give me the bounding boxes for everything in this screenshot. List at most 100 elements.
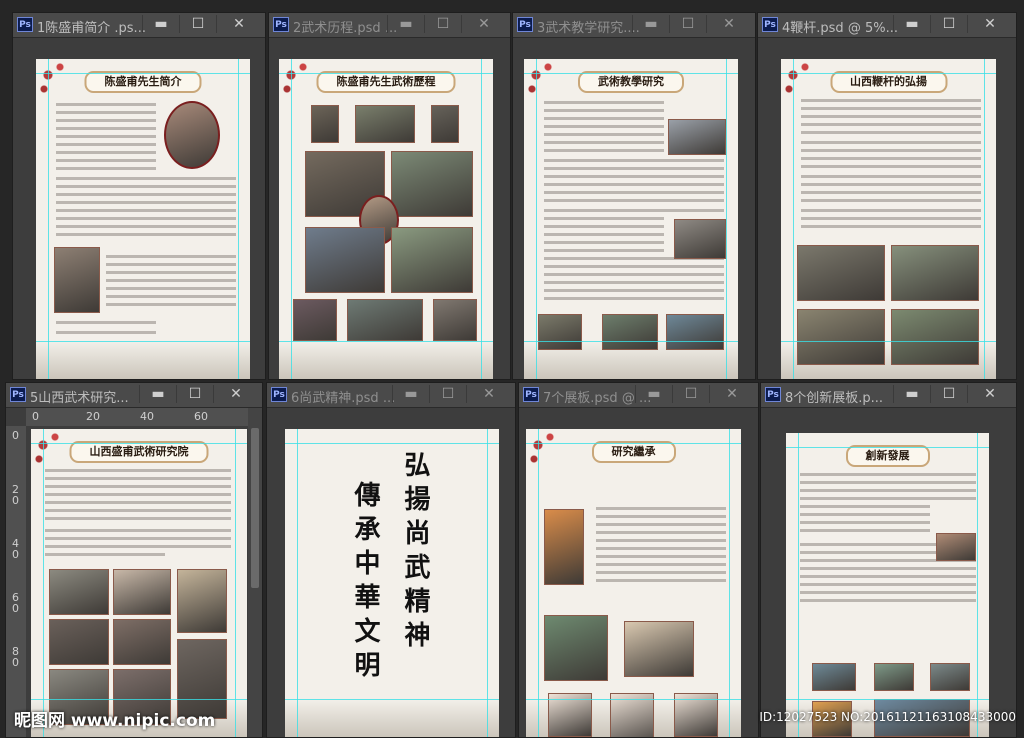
text-line xyxy=(56,193,236,196)
document-window-6[interactable]: Ps 6尚武精神.psd ... ▬ ☐ ✕ 弘揚尚武精神 傳承中華文明 xyxy=(266,382,516,738)
close-button[interactable]: ✕ xyxy=(967,15,1012,33)
window-title-bar[interactable]: Ps 6尚武精神.psd ... ▬ ☐ ✕ xyxy=(267,383,515,408)
photo xyxy=(538,314,582,350)
minimize-button[interactable]: ▬ xyxy=(635,385,672,403)
plum-blossom-decoration xyxy=(36,59,76,99)
minimize-button[interactable]: ▬ xyxy=(893,15,930,33)
text-line xyxy=(544,149,664,152)
window-title-bar[interactable]: Ps 7个展板.psd @ ... ▬ ☐ ✕ xyxy=(519,383,758,408)
window-title-bar[interactable]: Ps 4鞭杆.psd @ 5%... ▬ ☐ ✕ xyxy=(758,13,1016,38)
guide-line xyxy=(285,699,499,700)
document-canvas[interactable]: 陈盛甫先生简介 xyxy=(36,59,250,379)
text-line xyxy=(544,175,724,178)
restore-button[interactable]: ☐ xyxy=(424,15,461,33)
close-button[interactable]: ✕ xyxy=(466,385,511,403)
document-window-1[interactable]: Ps 1陈盛甫简介 .ps... ▬ ☐ ✕ 陈盛甫先生简介 xyxy=(12,12,266,380)
plum-blossom-decoration xyxy=(279,59,319,99)
text-line xyxy=(801,115,981,118)
document-canvas[interactable]: 陈盛甫先生武術歷程 xyxy=(279,59,493,379)
photo xyxy=(544,615,608,681)
restore-button[interactable]: ☐ xyxy=(429,385,466,403)
text-line xyxy=(45,545,231,548)
document-window-8[interactable]: Ps 8个创新展板.p... ▬ ☐ ✕ 創新發展 xyxy=(760,382,1017,738)
vertical-scrollbar[interactable] xyxy=(248,408,262,737)
photo xyxy=(177,569,227,633)
guide-line xyxy=(238,59,239,379)
document-canvas[interactable]: 研究繼承 xyxy=(526,429,741,737)
document-canvas[interactable]: 山西鞭杆的弘揚 xyxy=(781,59,996,379)
window-title[interactable]: 2武术历程.psd ... xyxy=(293,17,397,36)
restore-button[interactable]: ☐ xyxy=(176,385,213,403)
window-title[interactable]: 3武术教学研究.... xyxy=(537,17,640,36)
minimize-button[interactable]: ▬ xyxy=(387,15,424,33)
photo xyxy=(311,105,339,143)
restore-button[interactable]: ☐ xyxy=(672,385,709,403)
document-canvas[interactable]: 山西盛甫武術研究院 xyxy=(31,429,247,737)
text-line xyxy=(544,109,664,112)
text-line xyxy=(596,563,726,566)
close-button[interactable]: ✕ xyxy=(213,385,258,403)
window-title-bar[interactable]: Ps 1陈盛甫简介 .ps... ▬ ☐ ✕ xyxy=(13,13,265,38)
text-line xyxy=(56,119,156,122)
window-title-bar[interactable]: Ps 3武术教学研究.... ▬ ☐ ✕ xyxy=(513,13,755,38)
restore-button[interactable]: ☐ xyxy=(930,15,967,33)
window-controls: ▬ ☐ ✕ xyxy=(635,385,754,403)
ruler-tick-label: 60 xyxy=(194,410,208,423)
window-title-bar[interactable]: Ps 2武术历程.psd ... ▬ ☐ ✕ xyxy=(269,13,510,38)
photo xyxy=(544,509,584,585)
close-button[interactable]: ✕ xyxy=(461,15,506,33)
close-button[interactable]: ✕ xyxy=(967,385,1012,403)
restore-button[interactable]: ☐ xyxy=(930,385,967,403)
text-line xyxy=(544,217,664,220)
document-canvas[interactable]: 武術教學研究 xyxy=(524,59,738,379)
text-line xyxy=(56,225,236,228)
document-window-3[interactable]: Ps 3武术教学研究.... ▬ ☐ ✕ 武術教學研究 xyxy=(512,12,756,380)
photo xyxy=(930,663,970,691)
ruler-tick-label: 40 xyxy=(140,410,154,423)
window-title[interactable]: 5山西武术研究... xyxy=(30,387,129,406)
guide-line xyxy=(726,59,727,379)
document-window-7[interactable]: Ps 7个展板.psd @ ... ▬ ☐ ✕ 研究繼承 xyxy=(518,382,759,738)
text-line xyxy=(544,191,724,194)
minimize-button[interactable]: ▬ xyxy=(632,15,669,33)
plum-blossom-decoration xyxy=(526,429,566,469)
window-title[interactable]: 6尚武精神.psd ... xyxy=(291,387,395,406)
close-button[interactable]: ✕ xyxy=(216,15,261,33)
minimize-button[interactable]: ▬ xyxy=(392,385,429,403)
text-line xyxy=(800,583,976,586)
text-line xyxy=(801,149,981,152)
window-title[interactable]: 4鞭杆.psd @ 5%... xyxy=(782,17,898,36)
window-title[interactable]: 8个创新展板.p... xyxy=(785,387,883,406)
guide-line xyxy=(291,59,292,379)
document-canvas[interactable]: 創新發展 xyxy=(786,433,989,737)
text-line xyxy=(56,331,156,334)
text-line xyxy=(544,265,724,268)
close-button[interactable]: ✕ xyxy=(706,15,751,33)
photo xyxy=(391,151,473,217)
text-line xyxy=(544,183,724,186)
window-title-bar[interactable]: Ps 8个创新展板.p... ▬ ☐ ✕ xyxy=(761,383,1016,408)
guide-line xyxy=(977,433,978,737)
text-line xyxy=(801,217,981,220)
close-button[interactable]: ✕ xyxy=(709,385,754,403)
document-canvas[interactable]: 弘揚尚武精神 傳承中華文明 xyxy=(285,429,499,737)
photo xyxy=(293,299,337,341)
minimize-button[interactable]: ▬ xyxy=(893,385,930,403)
guide-line xyxy=(36,73,250,74)
vertical-ruler: 0 2 0 4 0 6 0 8 0 xyxy=(6,426,26,737)
text-line xyxy=(56,209,236,212)
minimize-button[interactable]: ▬ xyxy=(139,385,176,403)
window-title-bar[interactable]: Ps 5山西武术研究... ▬ ☐ ✕ xyxy=(6,383,262,408)
photo xyxy=(624,621,694,677)
restore-button[interactable]: ☐ xyxy=(179,15,216,33)
document-window-5[interactable]: Ps 5山西武术研究... ▬ ☐ ✕ 0 20 40 60 0 2 0 4 0 6 0 8 0 山西盛甫武… xyxy=(5,382,263,738)
document-window-2[interactable]: Ps 2武术历程.psd ... ▬ ☐ ✕ 陈盛甫先生武術歷程 xyxy=(268,12,511,380)
scrollbar-thumb[interactable] xyxy=(251,428,259,588)
window-title[interactable]: 1陈盛甫简介 .ps... xyxy=(37,17,146,36)
restore-button[interactable]: ☐ xyxy=(669,15,706,33)
photo xyxy=(433,299,477,341)
poster-heading: 武術教學研究 xyxy=(578,71,684,93)
minimize-button[interactable]: ▬ xyxy=(142,15,179,33)
text-line xyxy=(800,505,930,508)
document-window-4[interactable]: Ps 4鞭杆.psd @ 5%... ▬ ☐ ✕ 山西鞭杆的弘揚 xyxy=(757,12,1017,380)
